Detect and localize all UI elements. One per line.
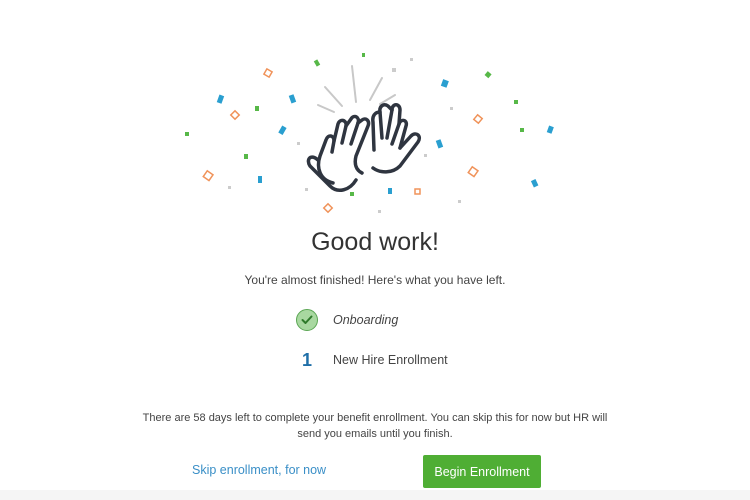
high-five-hands-icon [306,103,422,192]
skip-enrollment-link[interactable]: Skip enrollment, for now [192,463,326,477]
step-status-marker [295,308,319,332]
page-bottom-edge [0,490,750,500]
step-label: New Hire Enrollment [333,353,448,367]
step-number: 1 [301,349,312,370]
check-icon [296,309,318,331]
enrollment-deadline-notice: There are 58 days left to complete your … [142,412,608,440]
begin-enrollment-button[interactable]: Begin Enrollment [423,455,541,488]
celebration-illustration [185,53,554,214]
confetti [185,53,554,214]
enrollment-progress-page: Good work! You're almost finished! Here'… [0,0,750,500]
step-label: Onboarding [333,313,399,327]
step-status-marker: 1 [295,348,319,372]
page-title: Good work! [311,228,439,256]
step-onboarding: Onboarding [295,308,398,332]
step-new-hire-enrollment: 1 New Hire Enrollment [295,348,448,372]
page-subtitle: You're almost finished! Here's what you … [244,273,506,287]
